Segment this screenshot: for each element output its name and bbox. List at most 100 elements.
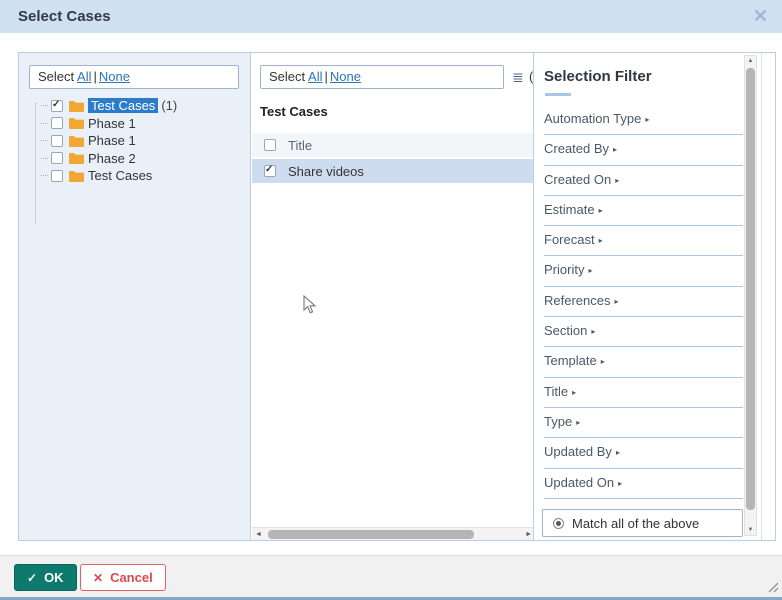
expand-arrow-icon: ▸ — [615, 176, 619, 185]
expand-arrow-icon: ▸ — [599, 236, 603, 245]
select-label: Select — [38, 69, 74, 84]
cancel-button[interactable]: ✕ Cancel — [80, 564, 166, 591]
tree-item-test-cases[interactable]: Test Cases (1) — [31, 97, 177, 115]
folder-icon — [69, 135, 84, 147]
filter-item-template[interactable]: Template▸ — [544, 347, 743, 377]
filter-item-updated-by[interactable]: Updated By ▸ — [544, 438, 743, 468]
tree-item-label: Phase 2 — [88, 151, 136, 166]
tree-select-none-link[interactable]: None — [99, 69, 130, 84]
suite-tree-panel: Select All|None Test Cases (1) Phase 1 — [19, 53, 251, 540]
select-label: Select — [269, 69, 305, 84]
vertical-scrollbar[interactable]: ▲ ▼ — [744, 55, 757, 536]
folder-icon — [69, 117, 84, 129]
cases-select-toolbar: Select All|None — [260, 65, 504, 89]
cases-group-title: Test Cases — [260, 104, 328, 119]
selection-filter-panel: Selection Filter Automation Type▸ Create… — [533, 53, 762, 540]
filter-item-created-on[interactable]: Created On ▸ — [544, 166, 743, 196]
filter-item-label: Priority — [544, 262, 584, 277]
match-all-radio[interactable] — [553, 518, 564, 529]
filter-item-label: Automation Type — [544, 111, 641, 126]
filter-item-section[interactable]: Section▸ — [544, 317, 743, 347]
tree-item-phase-1[interactable]: Phase 1 — [31, 115, 177, 133]
match-all-label: Match all of the above — [572, 516, 699, 531]
expand-arrow-icon: ▸ — [616, 448, 620, 457]
filter-item-type[interactable]: Type ▸ — [544, 408, 743, 438]
scroll-up-icon[interactable]: ▲ — [745, 58, 756, 64]
tree-checkbox[interactable] — [51, 117, 63, 129]
filter-item-created-by[interactable]: Created By▸ — [544, 135, 743, 165]
scrollbar-thumb[interactable] — [746, 68, 755, 510]
filter-item-label: Estimate — [544, 202, 595, 217]
tree-item-count: (1) — [161, 98, 177, 113]
expand-arrow-icon: ▸ — [614, 297, 618, 306]
tree-checkbox-checked[interactable] — [51, 100, 63, 112]
expand-arrow-icon: ▸ — [576, 418, 580, 427]
tree-item-label: Phase 1 — [88, 116, 136, 131]
expand-arrow-icon: ▸ — [618, 479, 622, 488]
filter-item-label: Forecast — [544, 232, 595, 247]
tree-connector — [41, 158, 48, 159]
tree-connector — [41, 105, 48, 106]
mouse-cursor — [303, 295, 317, 315]
scroll-right-icon[interactable]: ► — [525, 528, 532, 540]
dialog-title: Select Cases — [18, 8, 111, 25]
tree-checkbox[interactable] — [51, 152, 63, 164]
tree-connector — [41, 140, 48, 141]
tree-select-all-link[interactable]: All — [77, 69, 91, 84]
ok-button[interactable]: ✓ OK — [14, 564, 77, 591]
case-row-share-videos[interactable]: Share videos — [252, 159, 535, 183]
folder-icon — [69, 152, 84, 164]
filter-item-estimate[interactable]: Estimate ▸ — [544, 196, 743, 226]
tree-connector — [41, 175, 48, 176]
filter-list: Automation Type▸ Created By▸ Created On▸… — [544, 105, 743, 499]
filter-item-forecast[interactable]: Forecast ▸ — [544, 226, 743, 256]
tree-item-phase-1b[interactable]: Phase 1 — [31, 132, 177, 150]
cases-header-row[interactable]: Title — [252, 133, 535, 157]
tree-item-phase-2[interactable]: Phase 2 — [31, 150, 177, 168]
dialog-footer: ✓ OK ✕ Cancel — [0, 555, 782, 597]
check-icon: ✓ — [27, 571, 37, 585]
filter-item-label: Updated By — [544, 444, 612, 459]
case-title: Share videos — [288, 164, 364, 179]
resize-handle-icon[interactable] — [767, 581, 779, 593]
scroll-down-icon[interactable]: ▼ — [745, 527, 756, 533]
cancel-button-label: Cancel — [110, 570, 153, 585]
filter-item-label: Title — [544, 384, 568, 399]
filter-item-updated-on[interactable]: Updated On▸ — [544, 469, 743, 499]
cases-select-all-link[interactable]: All — [308, 69, 322, 84]
filter-item-references[interactable]: References▸ — [544, 287, 743, 317]
section-tree: Test Cases (1) Phase 1 Phase 1 — [31, 97, 177, 185]
filter-item-label: Template — [544, 353, 597, 368]
case-checkbox-checked[interactable] — [264, 165, 276, 177]
match-option-box[interactable]: Match all of the above — [542, 509, 743, 537]
expand-arrow-icon: ▸ — [591, 327, 595, 336]
cases-select-none-link[interactable]: None — [330, 69, 361, 84]
x-icon: ✕ — [93, 571, 103, 585]
scroll-left-icon[interactable]: ◄ — [255, 528, 262, 540]
cases-list-panel: Select All|None ≣ ( Test Cases Title Sha… — [252, 53, 535, 540]
columns-icon[interactable]: ≣ — [512, 69, 524, 86]
title-accent-bar — [545, 93, 571, 96]
tree-checkbox[interactable] — [51, 170, 63, 182]
divider: | — [325, 69, 328, 84]
expand-arrow-icon: ▸ — [613, 145, 617, 154]
folder-icon — [69, 100, 84, 112]
filter-item-priority[interactable]: Priority▸ — [544, 256, 743, 286]
tree-item-test-cases-2[interactable]: Test Cases — [31, 167, 177, 185]
horizontal-scrollbar[interactable]: ◄ ► — [252, 527, 535, 540]
expand-arrow-icon: ▸ — [599, 206, 603, 215]
tree-select-toolbar: Select All|None — [29, 65, 239, 89]
expand-arrow-icon: ▸ — [572, 388, 576, 397]
tree-checkbox[interactable] — [51, 135, 63, 147]
filter-item-label: Created On — [544, 172, 611, 187]
scrollbar-thumb[interactable] — [268, 530, 474, 539]
header-checkbox[interactable] — [264, 139, 276, 151]
filter-item-label: Type — [544, 414, 572, 429]
close-icon[interactable]: ✕ — [753, 6, 768, 27]
filter-item-title[interactable]: Title ▸ — [544, 378, 743, 408]
ok-button-label: OK — [44, 570, 64, 585]
filter-panel-title: Selection Filter — [544, 68, 652, 85]
folder-icon — [69, 170, 84, 182]
filter-item-automation-type[interactable]: Automation Type▸ — [544, 105, 743, 135]
dialog-titlebar: Select Cases ✕ — [0, 0, 782, 33]
